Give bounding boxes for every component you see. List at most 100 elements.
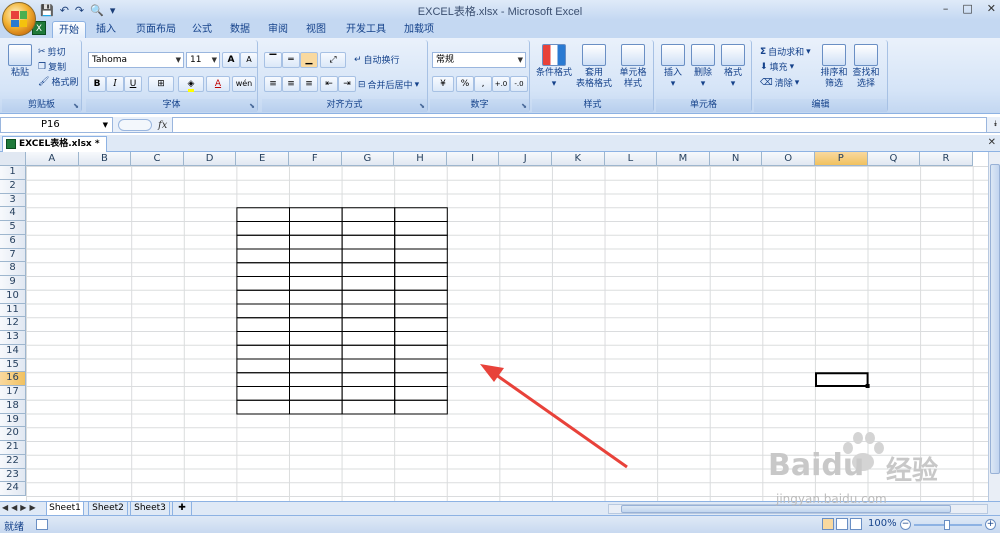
expand-formula-icon[interactable]: ⯯ <box>993 119 998 129</box>
font-color-button[interactable]: A <box>206 76 230 92</box>
fill-color-button[interactable]: ◈ <box>178 76 204 92</box>
row-header-20[interactable]: 20 <box>0 427 26 441</box>
column-header-m[interactable]: M <box>657 152 710 166</box>
document-tab[interactable]: EXCEL表格.xlsx * <box>2 136 107 152</box>
delete-cells-button[interactable]: 删除 ▾ <box>688 44 718 90</box>
sheet-nav-arrows-icon[interactable]: ◀◀▶▶ <box>2 503 39 512</box>
conditional-format-button[interactable]: 条件格式 ▾ <box>534 44 574 90</box>
sort-filter-button[interactable]: 排序和 筛选 <box>818 44 850 90</box>
format-painter-button[interactable]: 🖌 格式刷 <box>38 75 78 89</box>
tab-view[interactable]: 视图 <box>300 21 332 38</box>
close-document-icon[interactable]: ✕ <box>988 137 996 148</box>
column-header-h[interactable]: H <box>394 152 447 166</box>
close-button[interactable]: ✕ <box>987 2 996 15</box>
column-header-g[interactable]: G <box>341 152 395 166</box>
orientation-button[interactable]: ⤢ <box>320 52 346 68</box>
tab-home[interactable]: 开始 <box>52 21 86 38</box>
maximize-button[interactable]: □ <box>962 2 972 15</box>
column-header-f[interactable]: F <box>289 152 342 166</box>
paste-button[interactable]: 粘贴 <box>6 44 34 79</box>
row-header-16[interactable]: 16 <box>0 372 26 386</box>
row-header-7[interactable]: 7 <box>0 248 26 263</box>
row-header-9[interactable]: 9 <box>0 276 26 290</box>
tab-page-layout[interactable]: 页面布局 <box>130 21 182 38</box>
dialog-launcher-icon[interactable]: ⬊ <box>249 102 255 110</box>
merge-center-button[interactable]: ⊟ 合并后居中 ▾ <box>358 78 419 92</box>
column-header-i[interactable]: I <box>446 152 500 166</box>
macro-record-icon[interactable] <box>36 519 48 530</box>
font-name-combo[interactable]: Tahoma ▼ <box>88 52 184 68</box>
row-header-19[interactable]: 19 <box>0 413 26 428</box>
row-header-22[interactable]: 22 <box>0 454 26 469</box>
formula-input[interactable] <box>172 117 987 133</box>
sheet-tab-1[interactable]: Sheet1 <box>46 502 84 516</box>
autosum-button[interactable]: Σ 自动求和 ▾ <box>760 45 811 59</box>
sheet-tab-2[interactable]: Sheet2 <box>88 502 128 516</box>
vertical-scroll-thumb[interactable] <box>990 164 1000 474</box>
sheet-tab-3[interactable]: Sheet3 <box>130 502 170 516</box>
font-size-combo[interactable]: 11 ▼ <box>186 52 220 68</box>
vertical-scrollbar[interactable] <box>988 152 1000 501</box>
fill-button[interactable]: ⬇ 填充 ▾ <box>760 60 794 74</box>
clear-button[interactable]: ⌫ 清除 ▾ <box>760 76 799 90</box>
row-header-11[interactable]: 11 <box>0 303 26 318</box>
find-select-button[interactable]: 查找和 选择 <box>850 44 882 90</box>
grow-font-button[interactable]: A <box>222 52 240 68</box>
row-header-13[interactable]: 13 <box>0 331 26 345</box>
format-as-table-button[interactable]: 套用 表格格式 <box>574 44 614 90</box>
column-header-p[interactable]: P <box>815 152 868 166</box>
dialog-launcher-icon[interactable]: ⬊ <box>73 102 79 110</box>
select-all-corner[interactable] <box>0 152 26 166</box>
insert-sheet-button[interactable]: ✚ <box>172 502 192 516</box>
row-header-1[interactable]: 1 <box>0 166 26 180</box>
column-header-q[interactable]: Q <box>867 152 921 166</box>
underline-button[interactable]: U <box>124 76 142 92</box>
shrink-font-button[interactable]: A <box>240 52 258 68</box>
column-header-e[interactable]: E <box>236 152 289 166</box>
zoom-in-icon[interactable]: + <box>985 519 996 530</box>
increase-decimal-button[interactable]: +.0 <box>492 76 510 92</box>
align-top-button[interactable]: ▔ <box>264 52 282 68</box>
copy-button[interactable]: ❐ 复制 <box>38 60 66 74</box>
borders-button[interactable]: ⊞ <box>148 76 174 92</box>
decrease-indent-button[interactable]: ⇤ <box>320 76 338 92</box>
row-header-18[interactable]: 18 <box>0 399 26 414</box>
row-header-23[interactable]: 23 <box>0 468 26 483</box>
tab-addins[interactable]: 加载项 <box>398 21 440 38</box>
column-header-c[interactable]: C <box>131 152 184 166</box>
name-box[interactable]: P16 ▼ <box>0 117 113 133</box>
row-header-2[interactable]: 2 <box>0 179 26 194</box>
column-header-a[interactable]: A <box>26 152 79 166</box>
tab-developer[interactable]: 开发工具 <box>340 21 392 38</box>
row-header-4[interactable]: 4 <box>0 207 26 221</box>
bold-button[interactable]: B <box>88 76 106 92</box>
row-header-10[interactable]: 10 <box>0 289 26 304</box>
column-header-d[interactable]: D <box>183 152 237 166</box>
row-header-12[interactable]: 12 <box>0 317 26 331</box>
tab-review[interactable]: 审阅 <box>262 21 294 38</box>
row-header-21[interactable]: 21 <box>0 441 26 455</box>
number-format-combo[interactable]: 常规 ▼ <box>432 52 526 68</box>
column-header-k[interactable]: K <box>552 152 605 166</box>
row-header-8[interactable]: 8 <box>0 262 26 276</box>
wrap-text-button[interactable]: ↵ 自动换行 <box>354 53 400 67</box>
row-header-5[interactable]: 5 <box>0 221 26 235</box>
align-left-button[interactable]: ≡ <box>264 76 282 92</box>
align-middle-button[interactable]: ═ <box>282 52 300 68</box>
row-header-24[interactable]: 24 <box>0 482 26 496</box>
office-button[interactable] <box>2 2 36 36</box>
column-header-l[interactable]: L <box>604 152 658 166</box>
format-cells-button[interactable]: 格式 ▾ <box>718 44 748 90</box>
column-header-b[interactable]: B <box>78 152 132 166</box>
row-header-17[interactable]: 17 <box>0 386 26 400</box>
tab-formulas[interactable]: 公式 <box>186 21 218 38</box>
align-bottom-button[interactable]: ▁ <box>300 52 318 68</box>
column-header-j[interactable]: J <box>499 152 552 166</box>
tab-data[interactable]: 数据 <box>224 21 256 38</box>
column-header-n[interactable]: N <box>709 152 763 166</box>
row-header-14[interactable]: 14 <box>0 344 26 359</box>
insert-cells-button[interactable]: 插入 ▾ <box>658 44 688 90</box>
row-header-15[interactable]: 15 <box>0 358 26 373</box>
column-header-r[interactable]: R <box>920 152 973 166</box>
increase-indent-button[interactable]: ⇥ <box>338 76 356 92</box>
